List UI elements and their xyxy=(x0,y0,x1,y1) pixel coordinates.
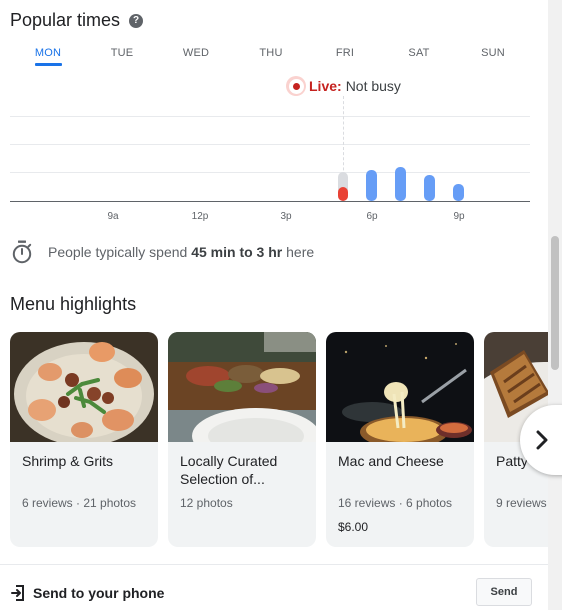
menu-item-meta: 6 reviews · 21 photos xyxy=(22,496,137,510)
scrollbar-thumb[interactable] xyxy=(551,236,559,370)
menu-item-meta: 12 photos xyxy=(180,496,233,510)
send-to-phone-label: Send to your phone xyxy=(33,585,165,601)
tab-wed[interactable]: WED xyxy=(166,47,226,59)
visit-duration-value: 45 min to 3 hr xyxy=(191,244,283,260)
chevron-right-icon xyxy=(536,430,548,450)
popular-times-chart: Live: Not busy 9a 12p 3p 6p 9p xyxy=(10,70,530,230)
visit-duration-suffix: here xyxy=(286,244,315,260)
tab-sun[interactable]: SUN xyxy=(463,47,523,59)
mac-and-cheese-photo xyxy=(326,332,474,448)
popular-times-header: Popular times ? xyxy=(10,10,144,31)
x-tick: 12p xyxy=(191,211,209,222)
live-dot-icon xyxy=(286,76,306,96)
menu-item-name: Shrimp & Grits xyxy=(22,453,114,469)
tab-tue[interactable]: TUE xyxy=(92,47,152,59)
menu-item-name: Mac and Cheese xyxy=(338,453,444,469)
chart-baseline xyxy=(10,201,530,202)
tab-fri[interactable]: FRI xyxy=(315,47,375,59)
menu-item-price: $6.00 xyxy=(338,520,369,534)
timer-icon xyxy=(12,240,32,264)
menu-item-card[interactable]: Mac and Cheese 16 reviews · 6 photos $6.… xyxy=(326,332,474,547)
busyness-bar[interactable] xyxy=(366,170,377,201)
grid-line xyxy=(10,144,530,145)
visit-duration-row: People typically spend 45 min to 3 hr he… xyxy=(11,240,314,264)
x-tick: 6p xyxy=(366,211,378,222)
send-button[interactable]: Send xyxy=(476,578,532,606)
scrollbar-track[interactable] xyxy=(548,0,562,610)
menu-item-name: Locally Curated Selection of... xyxy=(180,453,278,487)
popular-times-title: Popular times xyxy=(10,10,121,30)
send-to-phone-icon xyxy=(11,585,24,601)
section-divider xyxy=(0,564,548,565)
visit-duration-text: People typically spend 45 min to 3 hr he… xyxy=(48,244,314,260)
live-status: Not busy xyxy=(345,78,401,94)
menu-carousel: Shrimp & Grits 6 reviews · 21 photos Loc… xyxy=(10,332,548,548)
menu-item-meta: 16 reviews · 6 photos xyxy=(338,496,453,510)
busyness-bar[interactable] xyxy=(395,167,406,201)
busyness-bar[interactable] xyxy=(453,184,464,201)
shrimp-grits-photo xyxy=(10,332,158,446)
selected-day-indicator xyxy=(35,63,62,66)
grid-line xyxy=(10,172,530,173)
grid-line xyxy=(10,116,530,117)
live-label: Live: Not busy xyxy=(286,76,401,96)
day-tabs: MON TUE WED THU FRI SAT SUN xyxy=(10,47,530,67)
send-to-phone-row[interactable]: Send to your phone xyxy=(11,585,164,601)
x-tick: 9a xyxy=(107,211,119,222)
tab-sat[interactable]: SAT xyxy=(389,47,449,59)
help-icon[interactable]: ? xyxy=(129,13,144,28)
menu-item-meta: 9 reviews xyxy=(496,496,547,510)
charcuterie-board-photo xyxy=(168,332,316,464)
live-word: Live: xyxy=(309,78,342,94)
menu-item-card[interactable]: Locally Curated Selection of... 12 photo… xyxy=(168,332,316,547)
menu-item-card[interactable]: Shrimp & Grits 6 reviews · 21 photos xyxy=(10,332,158,547)
live-busyness-bar[interactable] xyxy=(338,187,348,201)
menu-highlights-title: Menu highlights xyxy=(10,294,137,314)
tab-mon[interactable]: MON xyxy=(18,47,78,59)
x-tick: 3p xyxy=(280,211,292,222)
visit-duration-prefix: People typically spend xyxy=(48,244,188,260)
busyness-bar[interactable] xyxy=(424,175,435,201)
x-tick: 9p xyxy=(453,211,465,222)
tab-thu[interactable]: THU xyxy=(241,47,301,59)
